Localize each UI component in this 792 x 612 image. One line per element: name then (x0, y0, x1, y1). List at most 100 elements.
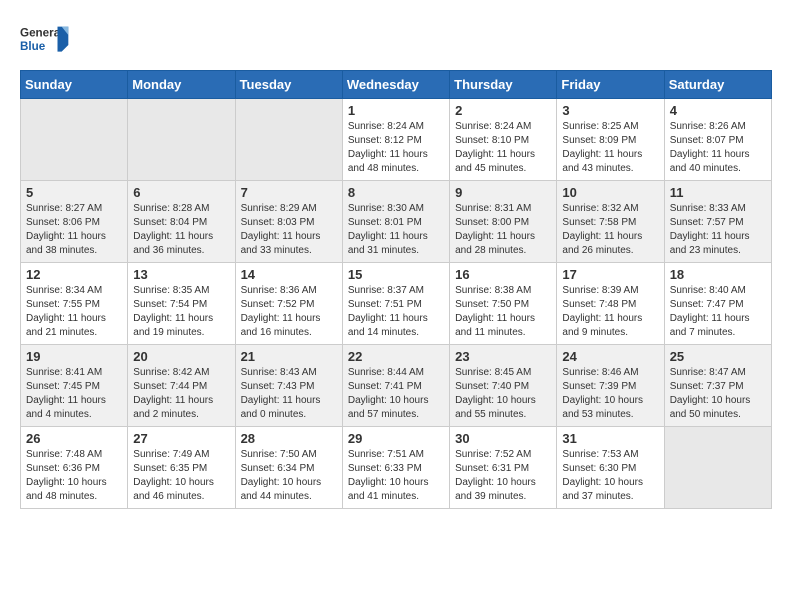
day-number: 11 (670, 185, 766, 200)
calendar-cell: 13 Sunrise: 8:35 AM Sunset: 7:54 PM Dayli… (128, 263, 235, 345)
day-number: 29 (348, 431, 444, 446)
day-number: 31 (562, 431, 658, 446)
calendar-cell: 19 Sunrise: 8:41 AM Sunset: 7:45 PM Dayli… (21, 345, 128, 427)
day-info: Sunrise: 8:47 AM Sunset: 7:37 PM Dayligh… (670, 366, 766, 422)
calendar-cell: 9 Sunrise: 8:31 AM Sunset: 8:00 PM Daylig… (450, 181, 557, 263)
day-info: Sunrise: 8:44 AM Sunset: 7:41 PM Dayligh… (348, 366, 444, 422)
svg-text:Blue: Blue (20, 40, 46, 53)
calendar-cell: 12 Sunrise: 8:34 AM Sunset: 7:55 PM Dayli… (21, 263, 128, 345)
calendar-cell: 15 Sunrise: 8:37 AM Sunset: 7:51 PM Dayli… (342, 263, 449, 345)
calendar-cell: 1Sunrise: 8:24 AM Sunset: 8:12 PM Daylig… (342, 99, 449, 181)
calendar-cell (664, 427, 771, 509)
day-number: 4 (670, 103, 766, 118)
day-number: 12 (26, 267, 122, 282)
day-info: Sunrise: 8:31 AM Sunset: 8:00 PM Dayligh… (455, 202, 551, 258)
day-info: Sunrise: 8:32 AM Sunset: 7:58 PM Dayligh… (562, 202, 658, 258)
calendar-cell: 30 Sunrise: 7:52 AM Sunset: 6:31 PM Dayli… (450, 427, 557, 509)
day-number: 27 (133, 431, 229, 446)
day-number: 20 (133, 349, 229, 364)
day-number: 23 (455, 349, 551, 364)
calendar-cell: 3Sunrise: 8:25 AM Sunset: 8:09 PM Daylig… (557, 99, 664, 181)
calendar-cell: 10Sunrise: 8:32 AM Sunset: 7:58 PM Dayli… (557, 181, 664, 263)
day-info: Sunrise: 8:43 AM Sunset: 7:43 PM Dayligh… (241, 366, 337, 422)
day-number: 26 (26, 431, 122, 446)
day-info: Sunrise: 7:50 AM Sunset: 6:34 PM Dayligh… (241, 448, 337, 504)
day-number: 22 (348, 349, 444, 364)
calendar-cell: 18 Sunrise: 8:40 AM Sunset: 7:47 PM Dayli… (664, 263, 771, 345)
day-number: 8 (348, 185, 444, 200)
day-number: 6 (133, 185, 229, 200)
calendar-cell (21, 99, 128, 181)
weekday-header: Wednesday (342, 71, 449, 99)
calendar-cell: 8 Sunrise: 8:30 AM Sunset: 8:01 PM Daylig… (342, 181, 449, 263)
logo-icon: General Blue (20, 20, 70, 60)
day-info: Sunrise: 8:41 AM Sunset: 7:45 PM Dayligh… (26, 366, 122, 422)
day-info: Sunrise: 8:24 AM Sunset: 8:12 PM Dayligh… (348, 120, 444, 176)
calendar-cell: 14 Sunrise: 8:36 AM Sunset: 7:52 PM Dayli… (235, 263, 342, 345)
calendar-cell: 11Sunrise: 8:33 AM Sunset: 7:57 PM Dayli… (664, 181, 771, 263)
day-info: Sunrise: 8:39 AM Sunset: 7:48 PM Dayligh… (562, 284, 658, 340)
day-info: Sunrise: 8:46 AM Sunset: 7:39 PM Dayligh… (562, 366, 658, 422)
day-number: 21 (241, 349, 337, 364)
calendar-cell (235, 99, 342, 181)
calendar-cell: 6Sunrise: 8:28 AM Sunset: 8:04 PM Daylig… (128, 181, 235, 263)
weekday-header-row: SundayMondayTuesdayWednesdayThursdayFrid… (21, 71, 772, 99)
weekday-header: Monday (128, 71, 235, 99)
day-info: Sunrise: 8:40 AM Sunset: 7:47 PM Dayligh… (670, 284, 766, 340)
calendar-cell: 2Sunrise: 8:24 AM Sunset: 8:10 PM Daylig… (450, 99, 557, 181)
calendar-cell: 28 Sunrise: 7:50 AM Sunset: 6:34 PM Dayli… (235, 427, 342, 509)
calendar-cell: 20Sunrise: 8:42 AM Sunset: 7:44 PM Dayli… (128, 345, 235, 427)
day-info: Sunrise: 7:48 AM Sunset: 6:36 PM Dayligh… (26, 448, 122, 504)
calendar-week-row: 5 Sunrise: 8:27 AM Sunset: 8:06 PM Daylig… (21, 181, 772, 263)
calendar-cell: 16 Sunrise: 8:38 AM Sunset: 7:50 PM Dayli… (450, 263, 557, 345)
day-number: 30 (455, 431, 551, 446)
day-number: 16 (455, 267, 551, 282)
day-number: 3 (562, 103, 658, 118)
calendar-cell: 31 Sunrise: 7:53 AM Sunset: 6:30 PM Dayli… (557, 427, 664, 509)
calendar-week-row: 26 Sunrise: 7:48 AM Sunset: 6:36 PM Dayli… (21, 427, 772, 509)
svg-text:General: General (20, 27, 63, 40)
weekday-header: Saturday (664, 71, 771, 99)
calendar-week-row: 19 Sunrise: 8:41 AM Sunset: 7:45 PM Dayli… (21, 345, 772, 427)
day-number: 9 (455, 185, 551, 200)
calendar-cell: 27Sunrise: 7:49 AM Sunset: 6:35 PM Dayli… (128, 427, 235, 509)
day-info: Sunrise: 7:51 AM Sunset: 6:33 PM Dayligh… (348, 448, 444, 504)
calendar-week-row: 1Sunrise: 8:24 AM Sunset: 8:12 PM Daylig… (21, 99, 772, 181)
calendar-cell: 29 Sunrise: 7:51 AM Sunset: 6:33 PM Dayli… (342, 427, 449, 509)
calendar-cell: 5 Sunrise: 8:27 AM Sunset: 8:06 PM Daylig… (21, 181, 128, 263)
day-info: Sunrise: 8:36 AM Sunset: 7:52 PM Dayligh… (241, 284, 337, 340)
weekday-header: Friday (557, 71, 664, 99)
day-info: Sunrise: 8:38 AM Sunset: 7:50 PM Dayligh… (455, 284, 551, 340)
calendar-cell: 26 Sunrise: 7:48 AM Sunset: 6:36 PM Dayli… (21, 427, 128, 509)
weekday-header: Sunday (21, 71, 128, 99)
calendar-week-row: 12 Sunrise: 8:34 AM Sunset: 7:55 PM Dayli… (21, 263, 772, 345)
day-number: 25 (670, 349, 766, 364)
logo: General Blue (20, 20, 70, 60)
weekday-header: Tuesday (235, 71, 342, 99)
day-info: Sunrise: 8:35 AM Sunset: 7:54 PM Dayligh… (133, 284, 229, 340)
day-number: 24 (562, 349, 658, 364)
day-number: 17 (562, 267, 658, 282)
day-number: 28 (241, 431, 337, 446)
day-info: Sunrise: 8:29 AM Sunset: 8:03 PM Dayligh… (241, 202, 337, 258)
day-number: 7 (241, 185, 337, 200)
day-info: Sunrise: 8:34 AM Sunset: 7:55 PM Dayligh… (26, 284, 122, 340)
day-info: Sunrise: 8:37 AM Sunset: 7:51 PM Dayligh… (348, 284, 444, 340)
day-info: Sunrise: 8:24 AM Sunset: 8:10 PM Dayligh… (455, 120, 551, 176)
day-number: 18 (670, 267, 766, 282)
page-header: General Blue (20, 20, 772, 60)
calendar-cell: 23Sunrise: 8:45 AM Sunset: 7:40 PM Dayli… (450, 345, 557, 427)
day-number: 19 (26, 349, 122, 364)
calendar-cell: 22 Sunrise: 8:44 AM Sunset: 7:41 PM Dayli… (342, 345, 449, 427)
day-info: Sunrise: 7:53 AM Sunset: 6:30 PM Dayligh… (562, 448, 658, 504)
day-info: Sunrise: 8:30 AM Sunset: 8:01 PM Dayligh… (348, 202, 444, 258)
day-number: 5 (26, 185, 122, 200)
day-number: 14 (241, 267, 337, 282)
calendar-cell: 7 Sunrise: 8:29 AM Sunset: 8:03 PM Daylig… (235, 181, 342, 263)
day-info: Sunrise: 8:27 AM Sunset: 8:06 PM Dayligh… (26, 202, 122, 258)
day-number: 13 (133, 267, 229, 282)
day-info: Sunrise: 7:52 AM Sunset: 6:31 PM Dayligh… (455, 448, 551, 504)
day-number: 15 (348, 267, 444, 282)
calendar-table: SundayMondayTuesdayWednesdayThursdayFrid… (20, 70, 772, 509)
calendar-cell: 21 Sunrise: 8:43 AM Sunset: 7:43 PM Dayli… (235, 345, 342, 427)
